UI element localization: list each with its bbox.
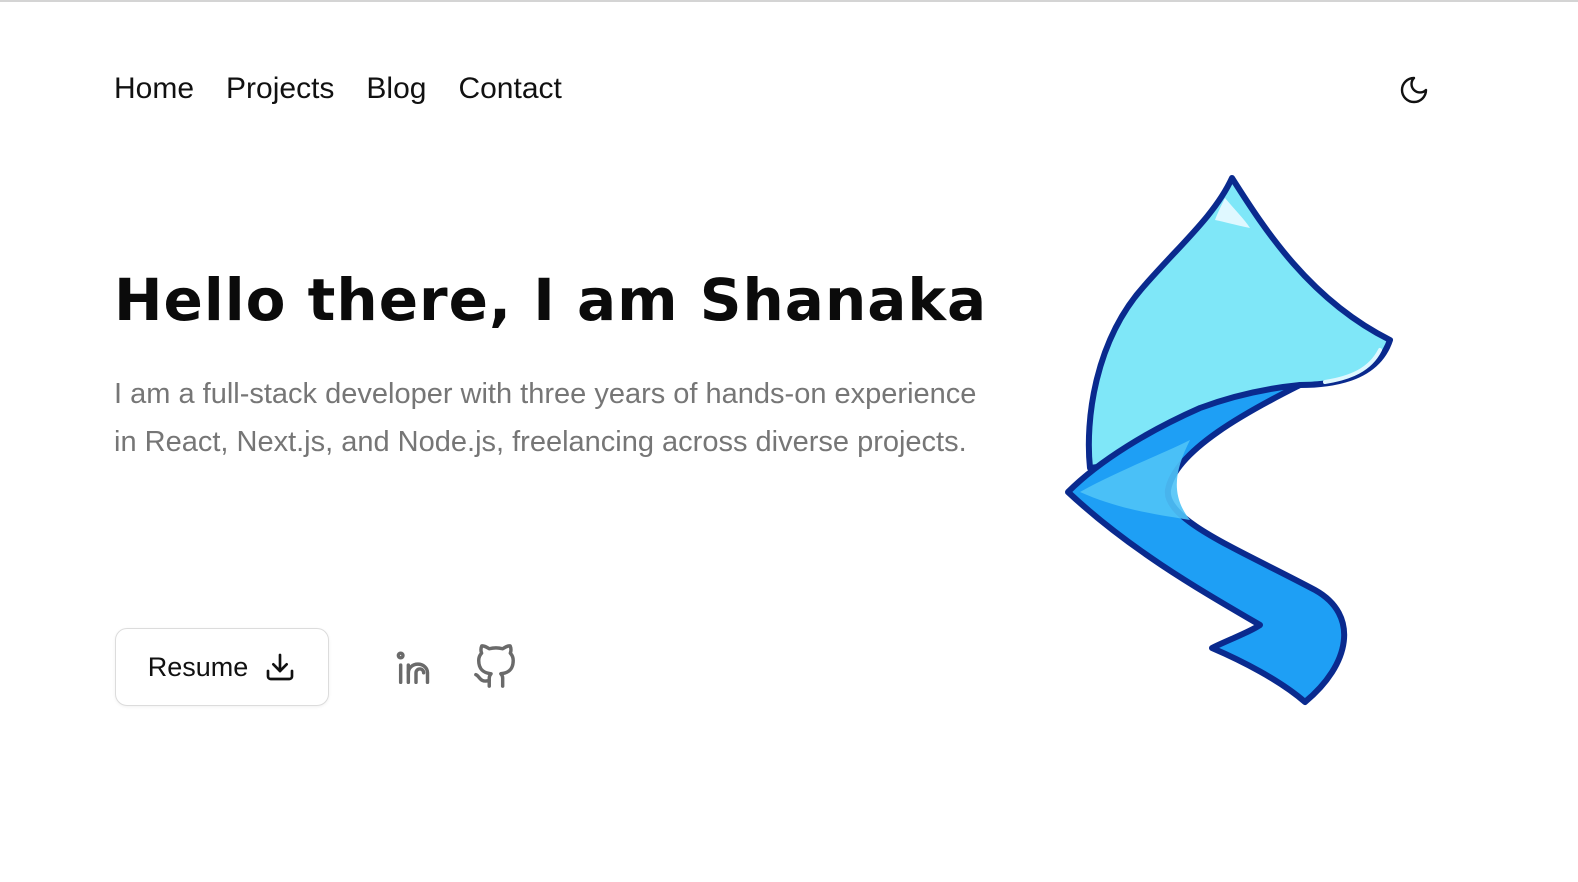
theme-toggle-button[interactable]: [1394, 70, 1434, 110]
main-nav: Home Projects Blog Contact: [114, 70, 562, 108]
resume-button[interactable]: Resume: [115, 628, 329, 706]
github-icon: [474, 644, 515, 688]
linkedin-icon: [396, 651, 430, 685]
github-link[interactable]: [470, 640, 520, 694]
hero-description: I am a full-stack developer with three y…: [114, 378, 977, 458]
download-icon: [266, 653, 294, 681]
nav-blog[interactable]: Blog: [366, 70, 426, 108]
linkedin-link[interactable]: [391, 640, 441, 694]
moon-icon: [1400, 76, 1428, 104]
nav-contact[interactable]: Contact: [458, 70, 561, 108]
s-logo-illustration: [1065, 175, 1393, 705]
nav-projects[interactable]: Projects: [226, 70, 334, 108]
hero-title: Hello there, I am Shanaka: [114, 266, 988, 334]
top-divider: [0, 0, 1578, 2]
resume-label: Resume: [147, 651, 249, 682]
nav-home[interactable]: Home: [114, 70, 194, 108]
